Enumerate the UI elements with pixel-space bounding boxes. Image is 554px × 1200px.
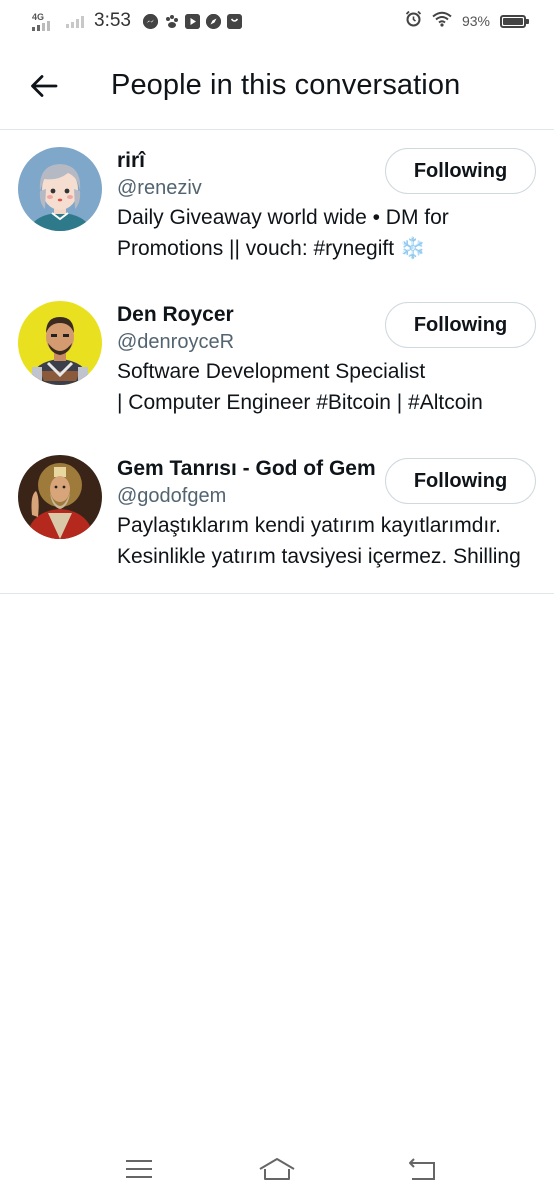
alarm-icon — [405, 10, 422, 32]
list-item-person[interactable]: Gem Tanrısı - God of Gem @godofgem Payla… — [0, 438, 554, 593]
status-bar-left: 4G 3:53 — [30, 10, 242, 32]
page-title: People in this conversation — [111, 69, 461, 101]
wifi-icon — [432, 11, 452, 32]
battery-percent: 93% — [461, 13, 490, 29]
list-item-person[interactable]: rirî @reneziv Daily Giveaway world wide… — [0, 130, 554, 284]
back-button[interactable] — [22, 64, 66, 108]
bio-line: | Computer Engineer #Bitcoin | #Altcoin — [117, 391, 483, 414]
messenger-icon — [142, 13, 158, 29]
following-button[interactable]: Following — [385, 302, 536, 348]
secondary-signal-icon — [66, 14, 84, 28]
battery-icon — [500, 14, 529, 28]
following-button[interactable]: Following — [385, 458, 536, 504]
system-back-button[interactable] — [402, 1152, 442, 1186]
people-list: rirî @reneziv Daily Giveaway world wide… — [0, 130, 554, 594]
avatar[interactable] — [18, 147, 102, 231]
following-button[interactable]: Following — [385, 148, 536, 194]
status-bar: 4G 3:53 93% — [0, 0, 554, 44]
clock: 3:53 — [94, 10, 131, 31]
top-app-bar: People in this conversation — [0, 44, 554, 130]
system-nav-bar — [0, 1140, 554, 1200]
arrow-left-icon — [31, 75, 58, 97]
bio: Software Development Specialist | Comput… — [117, 356, 536, 418]
menu-icon — [126, 1160, 152, 1178]
bio-text: Promotions || vouch: #rynegift — [117, 237, 395, 260]
bio-line: Paylaştıklarım kendi yatırım kayıtlarımd… — [117, 514, 501, 537]
display-name: Den Roycer — [117, 303, 234, 326]
bio-line: Kesinlikle yatırım tavsiyesi içermez. Sh… — [117, 545, 521, 568]
home-icon — [259, 1158, 295, 1180]
youtube-icon — [184, 13, 200, 29]
home-button[interactable] — [257, 1152, 297, 1186]
back-icon — [409, 1158, 435, 1180]
cellular-signal-icon: 4G — [30, 10, 54, 32]
bag-icon — [226, 13, 242, 29]
avatar[interactable] — [18, 301, 102, 385]
list-item-person[interactable]: Den Roycer @denroyceR Software Developme… — [0, 284, 554, 438]
compass-icon — [205, 13, 221, 29]
avatar[interactable] — [18, 455, 102, 539]
snowflake-emoji: ❄️ — [399, 237, 427, 260]
bio-line: Promotions || vouch: #rynegift ❄️ — [117, 233, 536, 264]
bio-line: Software Development Specialist — [117, 360, 426, 383]
battery-level-fill — [503, 17, 524, 25]
recents-button[interactable] — [119, 1152, 159, 1186]
bio-line: Daily Giveaway world wide • DM for — [117, 206, 449, 229]
paw-app-icon — [164, 14, 179, 29]
status-bar-right: 93% — [405, 10, 529, 32]
display-name: rirî — [117, 149, 146, 172]
bio: Paylaştıklarım kendi yatırım kayıtlarımd… — [117, 510, 536, 572]
display-name: Gem Tanrısı - God of Gem — [117, 457, 376, 480]
bio: Daily Giveaway world wide • DM for Promo… — [117, 202, 536, 264]
